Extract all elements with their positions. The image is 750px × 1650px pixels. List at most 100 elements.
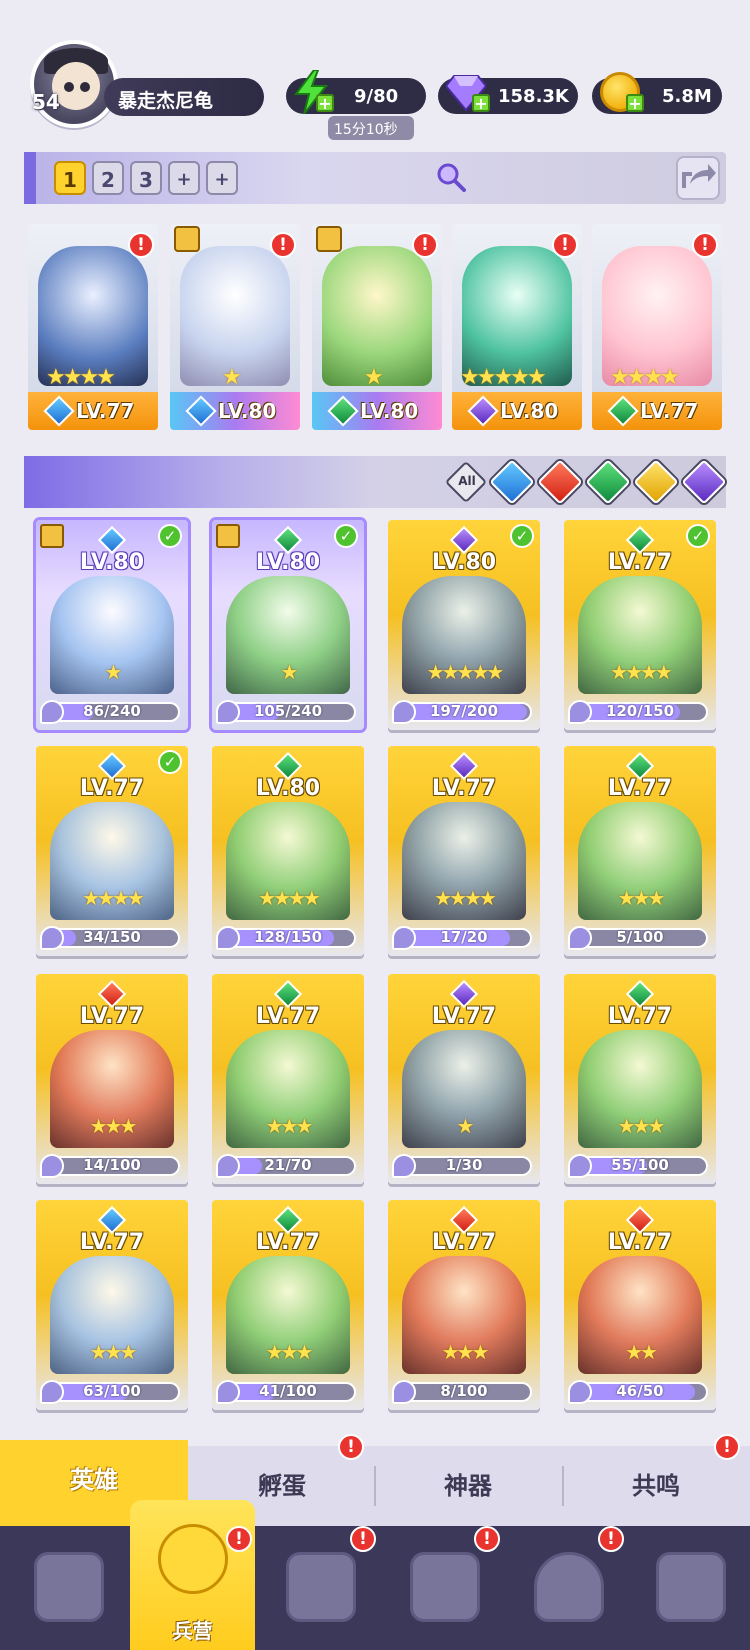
hero-card[interactable]: LV.77 ★★★ 55/100 <box>564 974 716 1184</box>
rank-badge-icon <box>40 524 64 548</box>
team-tab-add-2[interactable]: + <box>206 161 238 195</box>
hero-card[interactable]: LV.77 ★★★ 21/70 <box>212 974 364 1184</box>
share-button[interactable] <box>676 156 720 200</box>
team-tab-1[interactable]: 1 <box>54 161 86 195</box>
alert-icon: ! <box>598 1526 624 1552</box>
alert-icon: ! <box>714 1434 740 1460</box>
hero-card[interactable]: ✓ LV.80 ★ 105/240 <box>212 520 364 730</box>
hero-card[interactable]: ✓ LV.80 ★ 86/240 <box>36 520 188 730</box>
hero-level: LV.80 <box>79 550 145 575</box>
hero-level: LV.77 <box>607 550 673 575</box>
share-icon <box>682 164 716 188</box>
hero-stars: ★★★ <box>265 1340 314 1364</box>
hero-card[interactable]: LV.77 ★★★ 63/100 <box>36 1200 188 1410</box>
fragment-count: 197/200 <box>429 702 499 720</box>
team-slot-5[interactable]: ★★★★ LV.77 ! <box>592 224 722 430</box>
slot-stars: ★ <box>222 365 242 390</box>
hero-stars: ★★★★ <box>258 886 321 910</box>
hero-card[interactable]: LV.77 ★★★ 14/100 <box>36 974 188 1184</box>
in-team-check-icon: ✓ <box>334 524 358 548</box>
hero-card[interactable]: LV.77 ★★★★ 17/20 <box>388 746 540 956</box>
hero-stars: ★★ <box>625 1340 658 1364</box>
team-slot-3[interactable]: ★ LV.80 ! <box>312 224 442 430</box>
fragment-count: 46/50 <box>616 1382 664 1400</box>
alert-icon: ! <box>338 1434 364 1460</box>
magnifier-icon[interactable] <box>436 162 466 192</box>
fragment-count: 17/20 <box>440 928 488 946</box>
energy-timer: 15分10秒 <box>334 122 398 138</box>
hero-card[interactable]: LV.80 ★★★★ 128/150 <box>212 746 364 956</box>
alert-icon: ! <box>226 1526 252 1552</box>
team-slot-1[interactable]: ★★★★ LV.77 ! <box>28 224 158 430</box>
hero-level: LV.77 <box>607 1004 673 1029</box>
hero-stars: ★★★★★ <box>426 660 505 684</box>
player-level: 54 <box>32 90 60 114</box>
gold-plus-icon[interactable]: + <box>626 94 644 112</box>
hero-card[interactable]: LV.77 ★ 1/30 <box>388 974 540 1184</box>
mushroom-icon <box>534 1552 604 1622</box>
alert-icon: ! <box>474 1526 500 1552</box>
hero-stars: ★★★ <box>89 1114 138 1138</box>
nav-banner[interactable] <box>628 1526 750 1650</box>
alert-icon: ! <box>692 232 718 258</box>
hero-card[interactable]: ✓ LV.80 ★★★★★ 197/200 <box>388 520 540 730</box>
hero-card[interactable]: LV.77 ★★★ 5/100 <box>564 746 716 956</box>
hero-level: LV.77 <box>607 776 673 801</box>
hero-level: LV.80 <box>255 550 321 575</box>
team-tab-2[interactable]: 2 <box>92 161 124 195</box>
team-tab-3[interactable]: 3 <box>130 161 162 195</box>
hero-card[interactable]: LV.77 ★★★ 41/100 <box>212 1200 364 1410</box>
tab-artifact[interactable]: 神器 <box>374 1446 562 1526</box>
hero-level: LV.77 <box>607 1230 673 1255</box>
gems-value: 158.3K <box>498 86 569 107</box>
team-tab-add-1[interactable]: + <box>168 161 200 195</box>
alert-icon: ! <box>270 232 296 258</box>
alert-icon: ! <box>128 232 154 258</box>
fragment-count: 5/100 <box>616 928 664 946</box>
hero-level: LV.77 <box>255 1004 321 1029</box>
fragment-count: 86/240 <box>83 702 141 720</box>
energy-value: 9/80 <box>354 86 399 107</box>
in-team-check-icon: ✓ <box>510 524 534 548</box>
player-name: 暴走杰尼龟 <box>118 90 214 112</box>
book-icon <box>286 1552 356 1622</box>
hero-level: LV.77 <box>431 1004 497 1029</box>
nav-cards[interactable] <box>6 1526 131 1650</box>
in-team-check-icon: ✓ <box>158 524 182 548</box>
fragment-count: 21/70 <box>264 1156 312 1174</box>
hero-level: LV.80 <box>431 550 497 575</box>
fragment-count: 55/100 <box>611 1156 669 1174</box>
hero-stars: ★★★★ <box>610 660 673 684</box>
team-slot-4[interactable]: ★★★★★ LV.80 ! <box>452 224 582 430</box>
hero-card[interactable]: ✓ LV.77 ★★★★ 120/150 <box>564 520 716 730</box>
gold-value: 5.8M <box>662 86 712 107</box>
hero-level: LV.80 <box>255 776 321 801</box>
fragment-count: 105/240 <box>253 702 323 720</box>
in-team-check-icon: ✓ <box>686 524 710 548</box>
hero-stars: ★★★★ <box>434 886 497 910</box>
hero-stars: ★ <box>104 660 123 684</box>
avatar-eye-left <box>64 82 74 92</box>
fragment-count: 63/100 <box>83 1382 141 1400</box>
nav-barracks[interactable]: 兵营 <box>130 1500 255 1650</box>
fragment-count: 120/150 <box>605 702 675 720</box>
slot-level: LV.80 <box>360 399 419 423</box>
player-avatar[interactable] <box>30 40 118 128</box>
filter-all-label: All <box>458 474 476 488</box>
slot-level: LV.80 <box>218 399 277 423</box>
gems-plus-icon[interactable]: + <box>472 94 490 112</box>
alert-icon: ! <box>552 232 578 258</box>
avatar-eye-right <box>80 82 90 92</box>
hero-stars: ★★★ <box>617 886 666 910</box>
team-slot-2[interactable]: ★ LV.80 ! <box>170 224 300 430</box>
hero-card[interactable]: LV.77 ★★ 46/50 <box>564 1200 716 1410</box>
hero-card[interactable]: LV.77 ★★★ 8/100 <box>388 1200 540 1410</box>
hero-stars: ★★★ <box>617 1114 666 1138</box>
shrine-icon <box>410 1552 480 1622</box>
rank-badge-icon <box>216 524 240 548</box>
hero-card[interactable]: ✓ LV.77 ★★★★ 34/150 <box>36 746 188 956</box>
hero-stars: ★★★ <box>441 1340 490 1364</box>
energy-plus-icon[interactable]: + <box>316 94 334 112</box>
alert-icon: ! <box>350 1526 376 1552</box>
barracks-icon <box>158 1524 228 1594</box>
